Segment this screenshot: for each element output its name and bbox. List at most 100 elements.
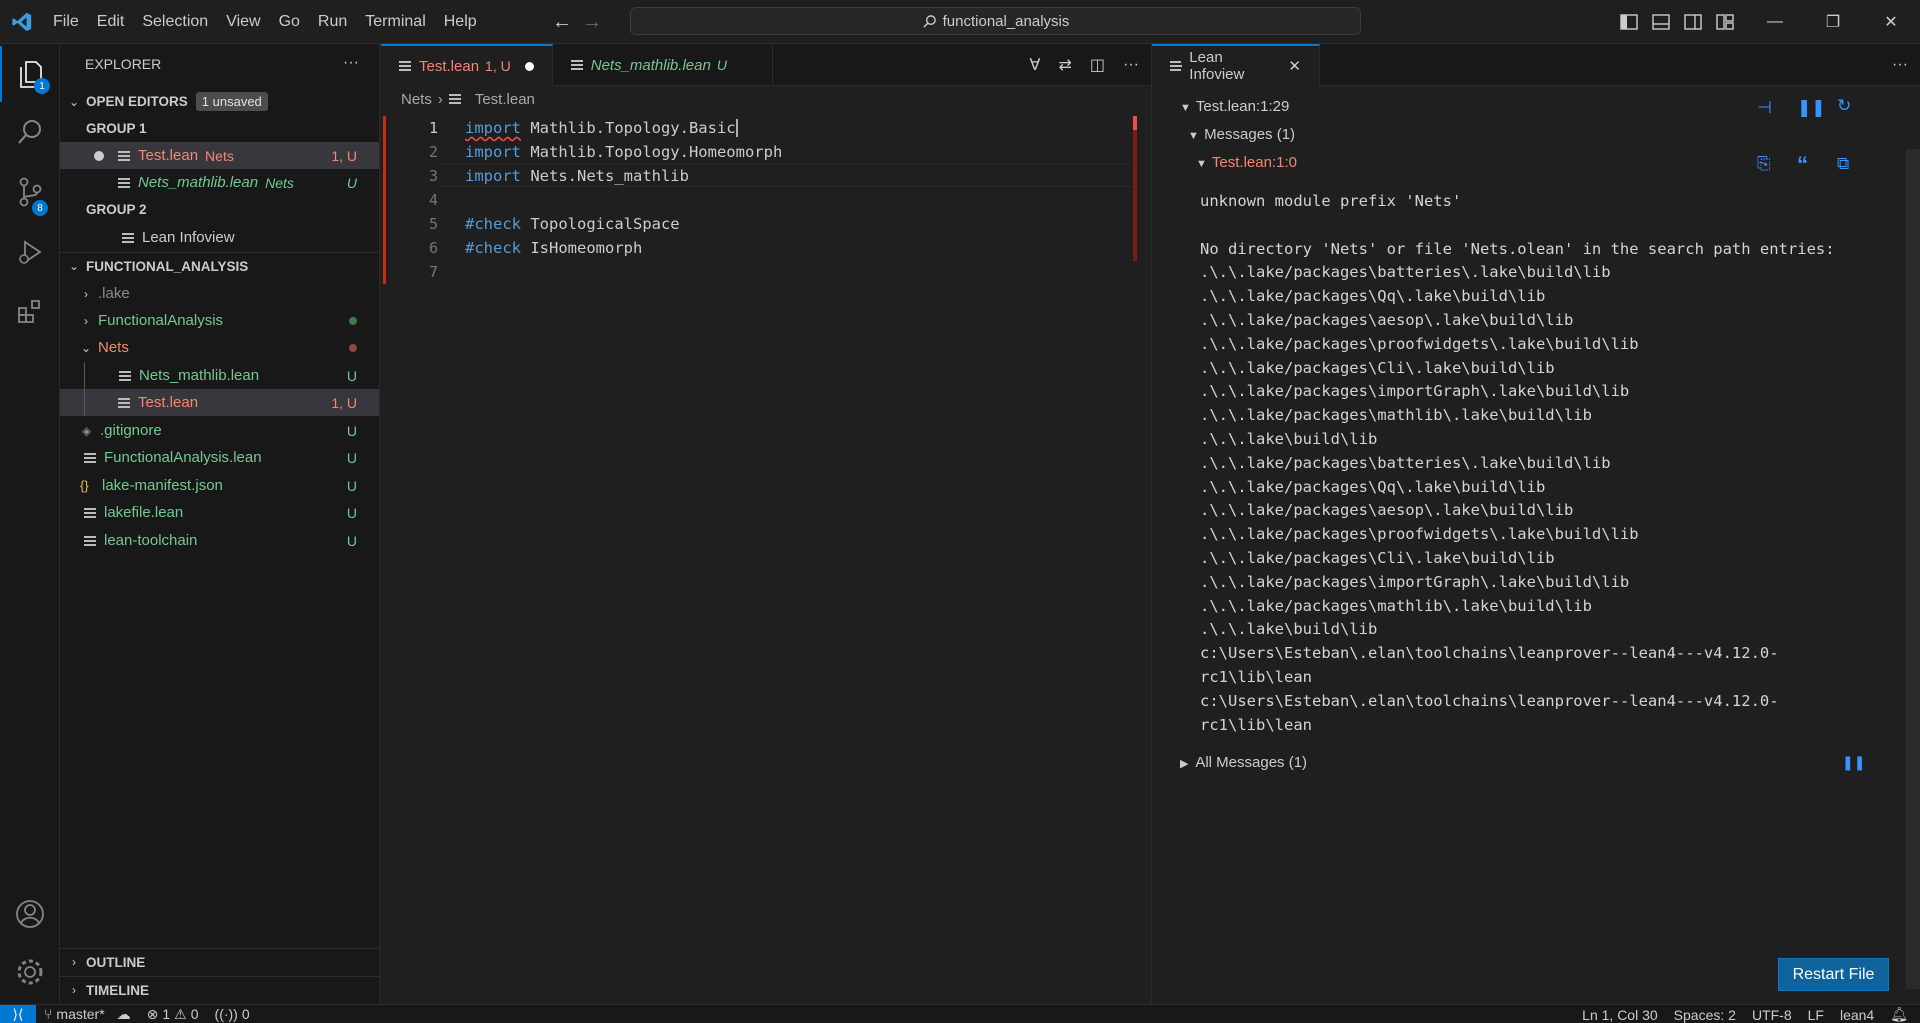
extensions-icon[interactable] bbox=[0, 284, 60, 340]
tree-item-lake-manifest[interactable]: {} lake-manifest.json U bbox=[60, 472, 379, 499]
tab-test-lean[interactable]: Test.lean 1, U bbox=[381, 44, 553, 86]
notifications-bell-icon[interactable]: 🔔︎ bbox=[1882, 1006, 1920, 1023]
tree-item-nets[interactable]: ⌄ Nets bbox=[60, 334, 379, 361]
overview-ruler[interactable] bbox=[1133, 116, 1137, 261]
more-actions-icon[interactable]: ··· bbox=[343, 54, 359, 72]
code-line[interactable]: 4 bbox=[381, 188, 1151, 212]
outline-section[interactable]: › OUTLINE bbox=[60, 948, 379, 975]
code-line[interactable]: 2 import Mathlib.Topology.Homeomorph bbox=[381, 140, 1151, 164]
ports-status[interactable]: ((·)) 0 bbox=[207, 1006, 258, 1022]
toggle-secondary-sidebar-icon[interactable] bbox=[1684, 14, 1702, 30]
tree-item-lake[interactable]: › .lake bbox=[60, 280, 379, 307]
open-editors-section[interactable]: ⌄ OPEN EDITORS 1 unsaved bbox=[60, 88, 379, 115]
remote-icon[interactable]: ⟩⟨ bbox=[0, 1004, 36, 1023]
cursor-position[interactable]: Ln 1, Col 30 bbox=[1574, 1007, 1666, 1023]
menu-selection[interactable]: Selection bbox=[133, 13, 217, 31]
branch-status[interactable]: ⑂ master* ☁ bbox=[36, 1006, 139, 1023]
tree-item-test-lean[interactable]: Test.lean 1, U bbox=[60, 389, 379, 416]
tab-lean-infoview[interactable]: Lean Infoview ✕ bbox=[1152, 44, 1320, 86]
messages-label: Messages (1) bbox=[1204, 126, 1296, 143]
menu-help[interactable]: Help bbox=[435, 13, 486, 31]
close-tab-icon[interactable]: ✕ bbox=[1288, 57, 1301, 75]
code-line[interactable]: 6 #check IsHomeomorph bbox=[381, 236, 1151, 260]
run-debug-icon[interactable] bbox=[0, 224, 60, 280]
message-location-link[interactable]: Test.lean:1:0 bbox=[1212, 154, 1297, 171]
minimize-icon[interactable]: — bbox=[1746, 0, 1804, 44]
menu-edit[interactable]: Edit bbox=[88, 13, 134, 31]
lean-infoview-panel: Lean Infoview ✕ ··· ▼ Test.lean:1:29 ⊣ ❚… bbox=[1151, 44, 1920, 1004]
pause-icon[interactable]: ❚❚ bbox=[1842, 754, 1865, 771]
problems-status[interactable]: ⊗ 1 ⚠ 0 bbox=[139, 1006, 207, 1023]
code-line[interactable]: 7 bbox=[381, 260, 1151, 284]
split-editor-icon[interactable]: ◫ bbox=[1090, 55, 1105, 75]
error-message-text: unknown module prefix 'Nets' No director… bbox=[1200, 192, 1835, 734]
copy-to-comment-icon[interactable]: “ bbox=[1797, 152, 1808, 178]
all-messages-header[interactable]: ▶ All Messages (1) bbox=[1152, 754, 1920, 771]
menu-view[interactable]: View bbox=[217, 13, 269, 31]
menu-terminal[interactable]: Terminal bbox=[356, 13, 434, 31]
language-mode[interactable]: lean4 bbox=[1832, 1007, 1882, 1023]
restart-file-button[interactable]: Restart File bbox=[1778, 958, 1889, 991]
tree-item-lean-toolchain[interactable]: lean-toolchain U bbox=[60, 527, 379, 554]
infoview-scrollbar[interactable] bbox=[1906, 149, 1920, 989]
open-changes-icon[interactable]: ⇄ bbox=[1058, 55, 1071, 75]
open-editor-nets-mathlib[interactable]: Nets_mathlib.lean Nets U bbox=[60, 169, 379, 196]
line-number: 2 bbox=[428, 143, 438, 161]
restore-icon[interactable]: ❐ bbox=[1804, 0, 1862, 44]
open-editor-infoview[interactable]: Lean Infoview bbox=[60, 224, 379, 251]
explorer-icon[interactable]: 1 bbox=[0, 46, 60, 102]
refresh-icon[interactable]: ↻ bbox=[1837, 96, 1851, 116]
workspace-section[interactable]: ⌄ FUNCTIONAL_ANALYSIS bbox=[60, 252, 379, 279]
menu-run[interactable]: Run bbox=[309, 13, 356, 31]
breadcrumb-folder[interactable]: Nets bbox=[401, 91, 432, 108]
source-control-icon[interactable]: 8 bbox=[0, 164, 60, 220]
breadcrumb-file[interactable]: Test.lean bbox=[475, 91, 535, 108]
tab-nets-mathlib[interactable]: Nets_mathlib.lean U bbox=[553, 44, 773, 86]
line-ending[interactable]: LF bbox=[1800, 1007, 1832, 1023]
settings-gear-icon[interactable] bbox=[0, 944, 60, 1000]
open-editor-status: 1, U bbox=[331, 147, 357, 164]
file-lines-icon bbox=[118, 177, 130, 188]
copy-icon[interactable]: ⧉ bbox=[1837, 154, 1849, 174]
explorer-sidebar: EXPLORER ··· ⌄ OPEN EDITORS 1 unsaved GR… bbox=[60, 44, 380, 1004]
go-to-file-icon[interactable]: ⎘ bbox=[1757, 154, 1771, 174]
code-line[interactable]: 5 #check TopologicalSpace bbox=[381, 212, 1151, 236]
code-editor[interactable]: 1 import Mathlib.Topology.Basic 2 import… bbox=[381, 116, 1151, 284]
code-line[interactable]: 1 import Mathlib.Topology.Basic bbox=[381, 116, 1151, 140]
indentation[interactable]: Spaces: 2 bbox=[1666, 1007, 1744, 1023]
timeline-label: TIMELINE bbox=[86, 982, 149, 998]
lean-forall-icon[interactable]: ∀ bbox=[1030, 55, 1041, 75]
tree-item-functionalanalysis-lean[interactable]: FunctionalAnalysis.lean U bbox=[60, 444, 379, 471]
tree-item-nets-mathlib[interactable]: Nets_mathlib.lean U bbox=[84, 362, 379, 389]
group-1-header: GROUP 1 bbox=[60, 115, 379, 142]
tree-item-gitignore[interactable]: ◈ .gitignore U bbox=[60, 417, 379, 444]
tree-item-lakefile[interactable]: lakefile.lean U bbox=[60, 499, 379, 526]
forward-arrow-icon[interactable]: → bbox=[582, 11, 602, 34]
pause-icon[interactable]: ❚❚ bbox=[1797, 98, 1826, 118]
back-arrow-icon[interactable]: ← bbox=[552, 11, 572, 34]
more-actions-icon[interactable]: ··· bbox=[1123, 56, 1139, 74]
encoding[interactable]: UTF-8 bbox=[1744, 1007, 1800, 1023]
tree-item-label: Nets bbox=[98, 339, 129, 356]
close-icon[interactable]: ✕ bbox=[1862, 0, 1920, 44]
messages-header[interactable]: ▼ Messages (1) bbox=[1152, 126, 1920, 143]
menu-file[interactable]: File bbox=[44, 13, 88, 31]
toggle-primary-sidebar-icon[interactable] bbox=[1620, 14, 1638, 30]
timeline-section[interactable]: › TIMELINE bbox=[60, 976, 379, 1003]
pin-icon[interactable]: ⊣ bbox=[1757, 98, 1772, 118]
sidebar-header: EXPLORER ··· bbox=[60, 44, 379, 84]
more-actions-icon[interactable]: ··· bbox=[1892, 56, 1908, 74]
open-editor-test-lean[interactable]: Test.lean Nets 1, U bbox=[60, 142, 379, 169]
warning-count: 0 bbox=[190, 1006, 199, 1022]
accounts-icon[interactable] bbox=[0, 886, 60, 942]
unsaved-dot-icon[interactable] bbox=[524, 61, 534, 71]
menu-go[interactable]: Go bbox=[270, 13, 309, 31]
title-bar: File Edit Selection View Go Run Terminal… bbox=[0, 0, 1920, 44]
command-center-search[interactable]: functional_analysis bbox=[630, 7, 1361, 35]
toggle-panel-icon[interactable] bbox=[1652, 14, 1670, 30]
code-line[interactable]: 3 import Nets.Nets_mathlib bbox=[381, 164, 1151, 188]
chevron-right-icon: › bbox=[72, 983, 76, 997]
customize-layout-icon[interactable] bbox=[1716, 14, 1734, 30]
tree-item-functionalanalysis[interactable]: › FunctionalAnalysis bbox=[60, 307, 379, 334]
search-activity-icon[interactable] bbox=[0, 104, 60, 160]
